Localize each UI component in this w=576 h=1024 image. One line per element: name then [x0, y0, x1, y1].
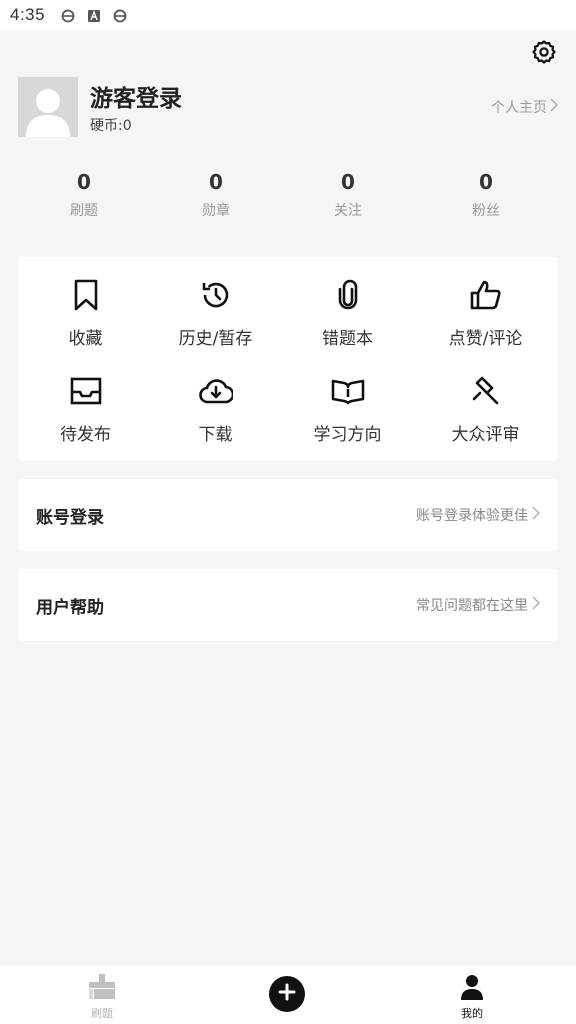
bookmark-icon — [69, 279, 103, 311]
stat-followers[interactable]: 0 粉丝 — [436, 170, 536, 220]
grid-label: 学习方向 — [313, 425, 382, 445]
paperclip-icon — [331, 279, 365, 311]
browser-e-icon — [61, 8, 75, 23]
thumbs-up-icon — [469, 279, 503, 311]
nav-item-practice[interactable]: 刷题 — [42, 965, 162, 1024]
chevron-right-icon — [532, 506, 540, 524]
stat-label: 关注 — [334, 203, 362, 219]
text-a-icon — [87, 8, 101, 22]
row-hint: 常见问题都在这里 — [416, 595, 540, 615]
grid-item-history[interactable]: 历史/暂存 — [148, 257, 283, 349]
add-icon — [278, 983, 296, 1005]
stat-value: 0 — [479, 170, 493, 194]
browser-e-icon — [113, 8, 127, 23]
status-icons — [61, 8, 127, 23]
stat-value: 0 — [77, 170, 91, 194]
history-icon — [199, 279, 233, 311]
homepage-link-label: 个人主页 — [491, 100, 547, 116]
grid-item-public-review[interactable]: 大众评审 — [418, 353, 553, 445]
cloud-download-icon — [198, 375, 233, 407]
grid-label: 收藏 — [68, 329, 103, 349]
coin-count: 硬币:0 — [90, 118, 132, 134]
user-name[interactable]: 游客登录 — [90, 79, 182, 113]
row-title: 用户帮助 — [36, 597, 104, 618]
stat-practice[interactable]: 0 刷题 — [34, 170, 134, 220]
bottom-navigation: 刷题 我的 — [0, 964, 576, 1024]
status-bar: 4:35 — [0, 0, 576, 30]
row-hint-text: 账号登录体验更佳 — [416, 508, 528, 524]
nav-label: 刷题 — [91, 1007, 113, 1020]
add-button[interactable] — [269, 976, 305, 1012]
stat-label: 粉丝 — [472, 203, 500, 219]
grid-label: 待发布 — [60, 425, 111, 445]
row-hint: 账号登录体验更佳 — [416, 505, 540, 525]
gavel-icon — [469, 375, 503, 407]
practice-icon — [87, 973, 117, 1001]
avatar[interactable] — [18, 77, 78, 137]
stat-following[interactable]: 0 关注 — [298, 170, 398, 220]
grid-item-likes-comments[interactable]: 点赞/评论 — [418, 257, 553, 349]
gear-icon — [531, 39, 557, 69]
row-hint-text: 常见问题都在这里 — [416, 598, 528, 614]
row-title: 账号登录 — [36, 507, 104, 528]
stat-value: 0 — [341, 170, 355, 194]
account-login-row[interactable]: 账号登录 账号登录体验更佳 — [18, 479, 558, 551]
nav-label: 我的 — [461, 1007, 483, 1020]
stats-row: 0 刷题 0 勋章 0 关注 0 粉丝 — [18, 170, 558, 230]
personal-homepage-link[interactable]: 个人主页 — [491, 97, 558, 117]
settings-button[interactable] — [530, 40, 558, 68]
stat-medals[interactable]: 0 勋章 — [166, 170, 266, 220]
chevron-right-icon — [550, 98, 558, 116]
stat-label: 刷题 — [70, 203, 98, 219]
grid-item-study-direction[interactable]: 学习方向 — [280, 353, 415, 445]
open-book-icon — [331, 375, 365, 407]
grid-item-download[interactable]: 下载 — [148, 353, 283, 445]
profile-section: 游客登录 硬币:0 个人主页 — [18, 77, 558, 137]
grid-label: 点赞/评论 — [448, 329, 523, 349]
feature-grid: 收藏 历史/暂存 错题本 点赞/评论 待发布 下载 学习方向 大众评审 — [18, 257, 558, 461]
grid-label: 错题本 — [322, 329, 373, 349]
grid-label: 历史/暂存 — [178, 329, 253, 349]
default-avatar-icon — [26, 89, 70, 137]
inbox-icon — [69, 375, 103, 407]
grid-item-favorites[interactable]: 收藏 — [18, 257, 153, 349]
nav-item-mine[interactable]: 我的 — [412, 965, 532, 1024]
stat-value: 0 — [209, 170, 223, 194]
stat-label: 勋章 — [202, 203, 230, 219]
user-help-row[interactable]: 用户帮助 常见问题都在这里 — [18, 569, 558, 641]
grid-label: 大众评审 — [451, 425, 520, 445]
grid-item-pending-publish[interactable]: 待发布 — [18, 353, 153, 445]
chevron-right-icon — [532, 596, 540, 614]
grid-label: 下载 — [198, 425, 233, 445]
person-icon — [457, 973, 487, 1001]
grid-item-mistake-book[interactable]: 错题本 — [280, 257, 415, 349]
status-time: 4:35 — [10, 5, 46, 24]
